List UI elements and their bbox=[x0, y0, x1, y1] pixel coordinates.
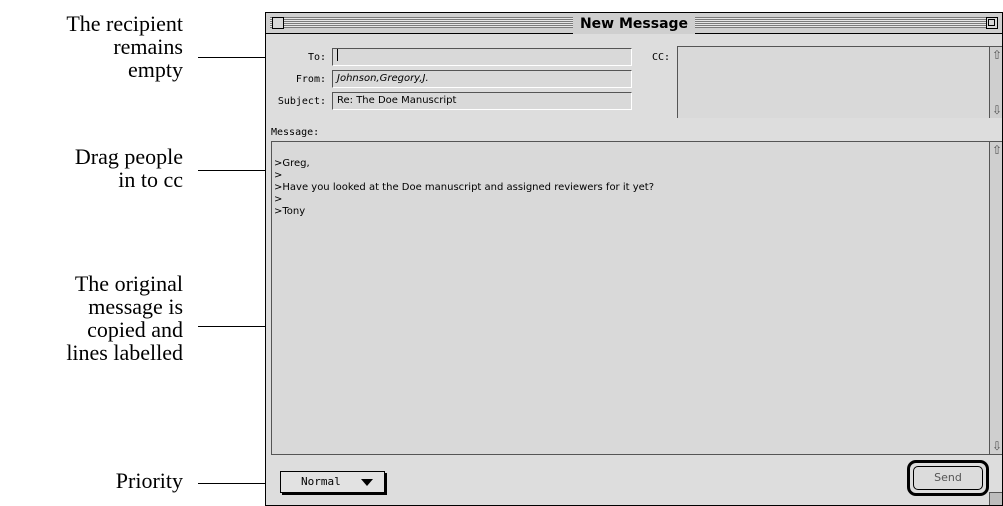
annotation-line: message is bbox=[88, 294, 183, 319]
message-scrollbar[interactable]: ⇧ ⇩ bbox=[989, 142, 1002, 454]
annotation-line: empty bbox=[128, 57, 183, 82]
annotation-line: lines labelled bbox=[66, 340, 183, 365]
annotation-line: The original bbox=[74, 271, 183, 296]
scroll-up-arrow-icon[interactable]: ⇧ bbox=[990, 47, 1002, 63]
annotation-line: The recipient bbox=[66, 11, 183, 36]
from-label: From: bbox=[295, 74, 326, 85]
scroll-down-arrow-icon[interactable]: ⇩ bbox=[990, 438, 1002, 454]
priority-popup[interactable]: Normal bbox=[280, 471, 385, 493]
message-line: >Tony bbox=[274, 206, 306, 217]
window-title-wrap: New Message bbox=[266, 13, 1002, 34]
to-field[interactable] bbox=[332, 48, 632, 66]
cc-label: CC: bbox=[651, 52, 670, 63]
from-field[interactable]: Johnson,Gregory,J. bbox=[332, 70, 632, 88]
annotation-line: remains bbox=[113, 34, 183, 59]
chevron-down-icon bbox=[361, 479, 373, 486]
text-cursor bbox=[337, 49, 338, 61]
send-button[interactable]: Send bbox=[913, 466, 983, 490]
annotation-cc: Drag people in to cc bbox=[75, 145, 183, 191]
subject-value: Re: The Doe Manuscript bbox=[337, 95, 457, 106]
zoom-box-icon[interactable] bbox=[986, 17, 998, 29]
annotation-original-message: The original message is copied and lines… bbox=[66, 272, 183, 364]
message-body[interactable]: >Greg, > >Have you looked at the Doe manus… bbox=[271, 141, 1002, 455]
subject-field[interactable]: Re: The Doe Manuscript bbox=[332, 92, 632, 110]
message-line: > bbox=[274, 170, 283, 181]
annotation-priority: Priority bbox=[116, 469, 183, 492]
window-title: New Message bbox=[572, 14, 696, 34]
cc-list[interactable]: ⇧ ⇩ bbox=[677, 46, 1002, 118]
cc-scrollbar[interactable]: ⇧ ⇩ bbox=[989, 47, 1002, 118]
subject-label: Subject: bbox=[277, 96, 326, 107]
new-message-window: New Message To: From: Johnson,Gregory,J.… bbox=[265, 12, 1003, 506]
annotation-line: Drag people bbox=[74, 144, 183, 169]
message-line: > bbox=[274, 194, 283, 205]
priority-value: Normal bbox=[301, 475, 341, 488]
annotation-recipient: The recipient remains empty bbox=[66, 12, 183, 81]
scroll-down-arrow-icon[interactable]: ⇩ bbox=[990, 102, 1002, 118]
annotation-line: Priority bbox=[115, 468, 183, 493]
from-value: Johnson,Gregory,J. bbox=[337, 73, 429, 84]
message-label: Message: bbox=[271, 127, 320, 138]
to-label: To: bbox=[307, 52, 326, 63]
title-bar[interactable]: New Message bbox=[266, 13, 1002, 34]
annotation-line: in to cc bbox=[118, 167, 183, 192]
send-button-frame: Send bbox=[907, 460, 989, 496]
message-line: >Have you looked at the Doe manuscript a… bbox=[274, 182, 655, 193]
annotation-line: copied and bbox=[87, 317, 183, 342]
scroll-up-arrow-icon[interactable]: ⇧ bbox=[990, 142, 1002, 158]
resize-grip-icon[interactable] bbox=[989, 492, 1002, 505]
message-line: >Greg, bbox=[274, 158, 310, 169]
message-text: >Greg, > >Have you looked at the Doe manus… bbox=[274, 146, 654, 242]
